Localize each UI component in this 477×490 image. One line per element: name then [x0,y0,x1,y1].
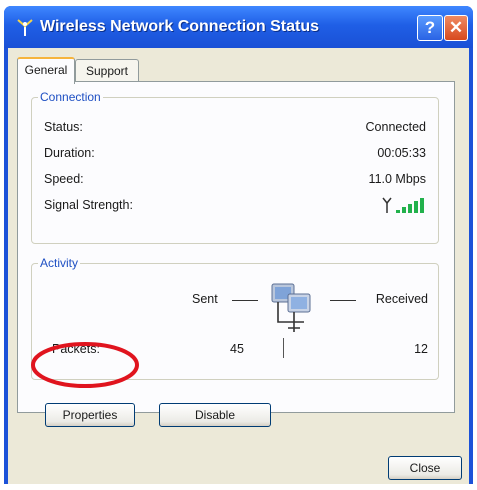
packets-label: Packets: [52,342,100,356]
disable-button[interactable]: Disable [159,403,271,427]
title-bar[interactable]: Wireless Network Connection Status ? ✕ [4,6,473,48]
tab-general[interactable]: General [17,57,75,84]
speed-label: Speed: [44,172,84,186]
dialog-client-area: General Support Connection Status: Conne… [8,48,469,484]
duration-value: 00:05:33 [377,146,426,160]
signal-bar [420,198,424,213]
signal-bar [402,207,406,213]
signal-strength-label: Signal Strength: [44,198,133,212]
window-title: Wireless Network Connection Status [40,18,320,35]
connection-group: Connection Status: Connected Duration: 0… [31,90,439,244]
connection-legend: Connection [40,90,101,104]
signal-bar [408,204,412,213]
duration-row: Duration: 00:05:33 [44,146,426,164]
received-label: Received [375,292,428,306]
signal-bar [414,201,418,213]
disable-button-label: Disable [194,408,236,422]
activity-group: Activity Sent Received Packets: 45 12 [31,256,439,380]
status-row: Status: Connected [44,120,426,138]
tab-panel-general: Connection Status: Connected Duration: 0… [17,81,455,413]
tab-support[interactable]: Support [75,59,139,82]
close-button[interactable]: Close [388,456,462,480]
status-value: Connected [365,120,426,134]
speed-value: 11.0 Mbps [368,172,426,186]
close-button-label: Close [409,461,441,475]
packets-divider [283,338,284,358]
status-dialog-window: Wireless Network Connection Status ? ✕ G… [4,6,473,484]
received-line [330,300,356,301]
close-icon[interactable]: ✕ [444,15,468,41]
status-label: Status: [44,120,83,134]
properties-button[interactable]: Properties [45,403,135,427]
speed-row: Speed: 11.0 Mbps [44,172,426,190]
sent-line [232,300,258,301]
help-button[interactable]: ? [417,15,443,41]
sent-label: Sent [192,292,218,306]
signal-strength-row: Signal Strength: [44,197,426,216]
properties-button-label: Properties [62,408,118,422]
packets-sent-value: 45 [230,342,244,356]
network-computers-icon [271,283,311,332]
signal-bar [396,210,400,213]
signal-strength-icon [382,197,424,213]
activity-legend: Activity [40,256,79,270]
duration-label: Duration: [44,146,95,160]
packets-received-value: 12 [414,342,428,356]
wireless-antenna-icon [17,19,33,36]
